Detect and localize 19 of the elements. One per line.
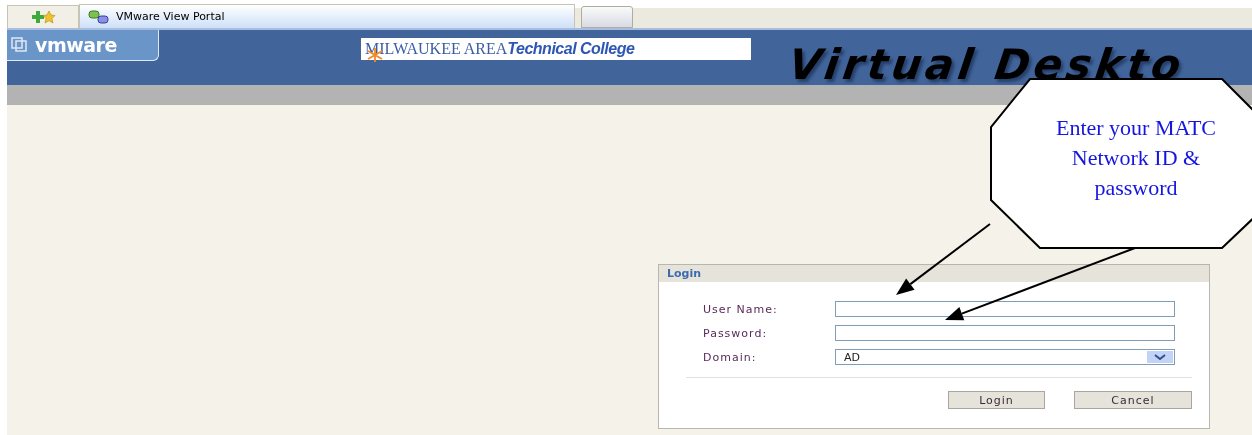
domain-dropdown[interactable]: AD [835,349,1175,365]
password-field[interactable] [835,325,1175,341]
chevron-down-icon [1147,351,1173,363]
field-label: User Name: [703,302,779,316]
college-logo: MILWAUKEE AREATechnical College [361,38,751,60]
bookmark-tab[interactable] [7,5,79,28]
linked-circles-icon [88,9,110,24]
new-tab-button[interactable] [581,6,633,28]
field-label: Password: [703,326,769,340]
field-label: Domain: [703,350,758,364]
vmware-logo: vmware [7,30,159,61]
panel-title: Login [659,265,1209,282]
cancel-button[interactable]: Cancel [1074,391,1192,409]
banner-title: Virtual Deskto [785,40,1188,89]
callout-text: Enter your MATC Network ID & password [1054,114,1218,202]
star-plus-icon [30,10,56,24]
browser-tab[interactable]: VMware View Portal [79,4,575,28]
user-name-field[interactable] [835,301,1175,317]
login-button[interactable]: Login [948,391,1045,409]
